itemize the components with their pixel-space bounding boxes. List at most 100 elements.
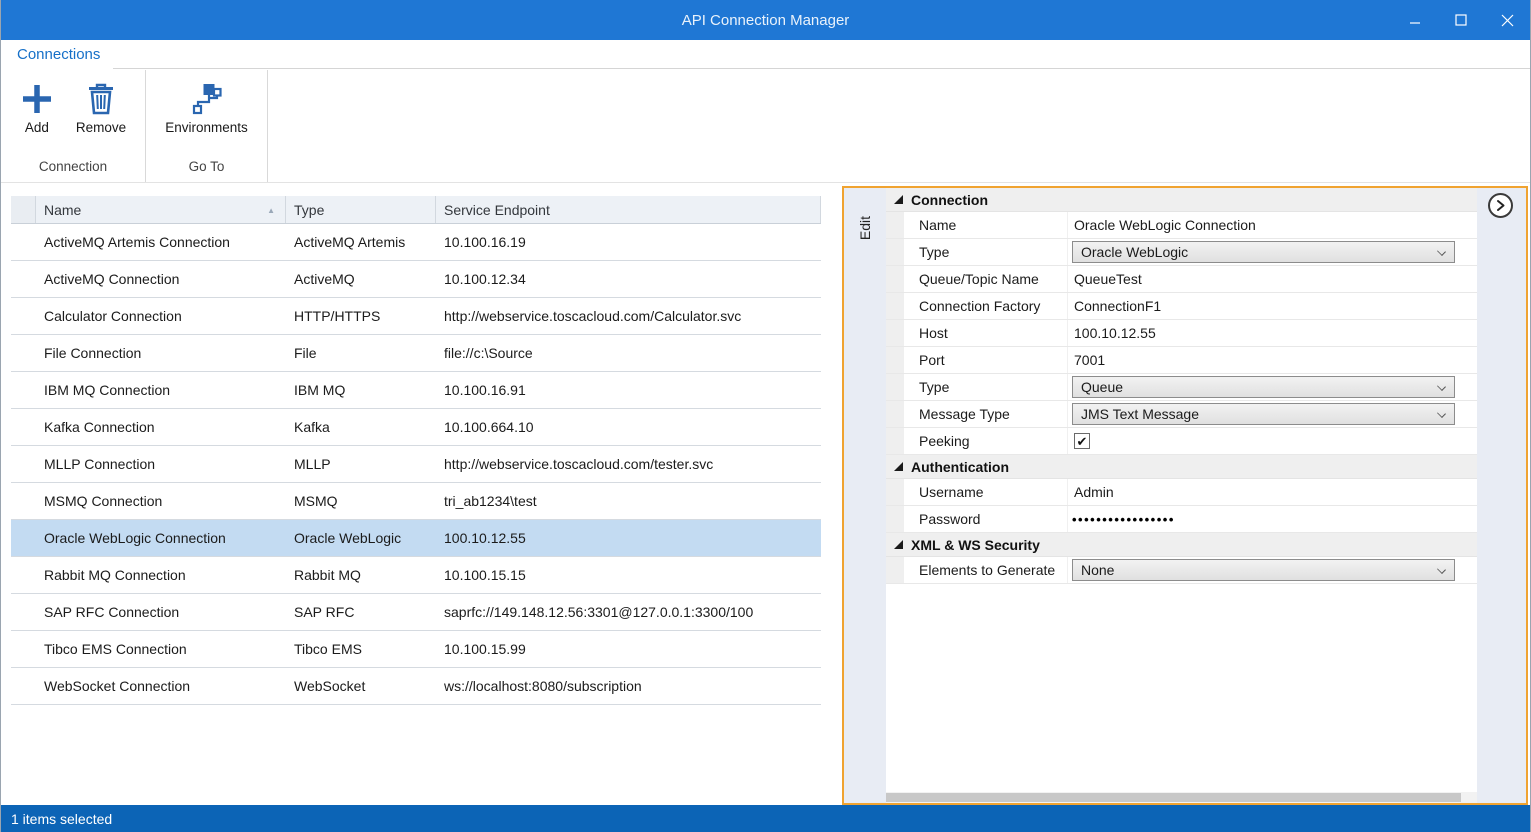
status-bar: 1 items selected: [1, 805, 1530, 832]
chevron-down-icon: [1437, 247, 1446, 256]
table-cell: Tibco EMS: [286, 631, 436, 667]
section-header[interactable]: XML & WS Security: [886, 533, 1477, 557]
row-indicator-cell: [11, 668, 36, 704]
text-field[interactable]: Admin: [1072, 484, 1114, 500]
dropdown[interactable]: Queue: [1072, 376, 1455, 398]
add-button[interactable]: Add: [12, 76, 62, 153]
section-header[interactable]: Authentication: [886, 455, 1477, 479]
table-row[interactable]: Calculator ConnectionHTTP/HTTPShttp://we…: [11, 298, 821, 335]
property-row: Password •••••••••••••••••: [886, 506, 1477, 533]
table-row[interactable]: Rabbit MQ ConnectionRabbit MQ10.100.15.1…: [11, 557, 821, 594]
table-row[interactable]: Oracle WebLogic ConnectionOracle WebLogi…: [11, 520, 821, 557]
table-cell: WebSocket Connection: [36, 668, 286, 704]
collapse-panel-button[interactable]: [1488, 193, 1513, 218]
property-value-cell: Queue: [1068, 374, 1477, 400]
remove-button-label: Remove: [76, 120, 126, 135]
table-row[interactable]: Kafka ConnectionKafka10.100.664.10: [11, 409, 821, 446]
scrollbar-thumb[interactable]: [886, 793, 1461, 802]
edit-panel-tab-strip: Edit: [844, 188, 886, 803]
table-cell: 10.100.16.19: [436, 224, 821, 260]
chevron-down-icon: [1437, 382, 1446, 391]
column-header-name[interactable]: Name▲: [36, 196, 286, 223]
table-row[interactable]: Tibco EMS ConnectionTibco EMS10.100.15.9…: [11, 631, 821, 668]
property-label: Queue/Topic Name: [904, 266, 1068, 292]
table-cell: ActiveMQ Connection: [36, 261, 286, 297]
table-row[interactable]: SAP RFC ConnectionSAP RFCsaprfc://149.14…: [11, 594, 821, 631]
row-indicator-cell: [11, 372, 36, 408]
section-title: Authentication: [911, 459, 1009, 475]
dropdown[interactable]: None: [1072, 559, 1455, 581]
edit-panel-margin: [1477, 188, 1526, 803]
minimize-button[interactable]: [1392, 0, 1438, 40]
property-value-cell: •••••••••••••••••: [1068, 506, 1477, 532]
ribbon-group-label-connection: Connection: [1, 153, 145, 182]
peeking-checkbox[interactable]: ✔: [1074, 433, 1090, 449]
table-cell: MLLP: [286, 446, 436, 482]
text-field[interactable]: Oracle WebLogic Connection: [1072, 217, 1256, 233]
environments-button-label: Environments: [165, 120, 248, 135]
chevron-down-icon: [1437, 409, 1446, 418]
property-label: Host: [904, 320, 1068, 346]
row-indicator-cell: [11, 298, 36, 334]
table-cell: Calculator Connection: [36, 298, 286, 334]
table-row[interactable]: ActiveMQ Artemis ConnectionActiveMQ Arte…: [11, 224, 821, 261]
property-label: Connection Factory: [904, 293, 1068, 319]
expander-expanded-icon[interactable]: [894, 540, 903, 549]
table-row[interactable]: File ConnectionFilefile://c:\Source: [11, 335, 821, 372]
row-indent: [886, 479, 904, 505]
property-label: Password: [904, 506, 1068, 532]
text-field[interactable]: ConnectionF1: [1072, 298, 1161, 314]
property-row: UsernameAdmin: [886, 479, 1477, 506]
maximize-button[interactable]: [1438, 0, 1484, 40]
table-row[interactable]: MSMQ ConnectionMSMQtri_ab1234\test: [11, 483, 821, 520]
edit-panel-tab[interactable]: Edit: [844, 202, 886, 254]
table-row[interactable]: IBM MQ ConnectionIBM MQ10.100.16.91: [11, 372, 821, 409]
table-cell: file://c:\Source: [436, 335, 821, 371]
column-header-service-endpoint[interactable]: Service Endpoint: [436, 196, 821, 223]
property-row: TypeQueue: [886, 374, 1477, 401]
table-cell: Tibco EMS Connection: [36, 631, 286, 667]
tab-connections[interactable]: Connections: [17, 46, 100, 63]
row-indent: [886, 428, 904, 454]
remove-button[interactable]: Remove: [68, 76, 134, 153]
text-field[interactable]: 100.10.12.55: [1072, 325, 1156, 341]
table-cell: ActiveMQ: [286, 261, 436, 297]
dropdown[interactable]: Oracle WebLogic: [1072, 241, 1455, 263]
table-row[interactable]: MLLP ConnectionMLLPhttp://webservice.tos…: [11, 446, 821, 483]
ribbon: Add Remove C: [1, 70, 1530, 183]
dropdown[interactable]: JMS Text Message: [1072, 403, 1455, 425]
row-indicator-cell: [11, 631, 36, 667]
ribbon-group-goto: Environments Go To: [146, 70, 268, 182]
edit-panel-tab-label: Edit: [857, 216, 873, 240]
column-header-type[interactable]: Type: [286, 196, 436, 223]
table-cell: 100.10.12.55: [436, 520, 821, 556]
row-indent: [886, 239, 904, 265]
chevron-down-icon: [1437, 565, 1446, 574]
property-label: Elements to Generate: [904, 557, 1068, 583]
section-header[interactable]: Connection: [886, 188, 1477, 212]
row-indicator-cell: [11, 483, 36, 519]
horizontal-scrollbar[interactable]: [886, 792, 1477, 803]
row-indicator-column-header: [11, 196, 36, 223]
ribbon-group-connection: Add Remove C: [1, 70, 146, 182]
trash-icon: [85, 80, 117, 118]
row-indicator-cell: [11, 446, 36, 482]
property-grid: ConnectionNameOracle WebLogic Connection…: [886, 188, 1477, 803]
property-row: Queue/Topic NameQueueTest: [886, 266, 1477, 293]
text-field[interactable]: 7001: [1072, 352, 1105, 368]
text-field[interactable]: QueueTest: [1072, 271, 1142, 287]
table-cell: MSMQ: [286, 483, 436, 519]
row-indent: [886, 506, 904, 532]
window-controls: [1392, 0, 1530, 40]
password-field[interactable]: •••••••••••••••••: [1072, 512, 1175, 527]
environments-button[interactable]: Environments: [157, 76, 256, 153]
edit-panel: Edit ConnectionNameOracle WebLogic Conne…: [842, 186, 1528, 805]
table-row[interactable]: ActiveMQ ConnectionActiveMQ10.100.12.34: [11, 261, 821, 298]
property-label: Message Type: [904, 401, 1068, 427]
ribbon-tab-row: Connections: [1, 40, 1530, 70]
close-button[interactable]: [1484, 0, 1530, 40]
table-row[interactable]: WebSocket ConnectionWebSocketws://localh…: [11, 668, 821, 705]
ribbon-group-label-goto: Go To: [146, 153, 267, 182]
expander-expanded-icon[interactable]: [894, 195, 903, 204]
expander-expanded-icon[interactable]: [894, 462, 903, 471]
